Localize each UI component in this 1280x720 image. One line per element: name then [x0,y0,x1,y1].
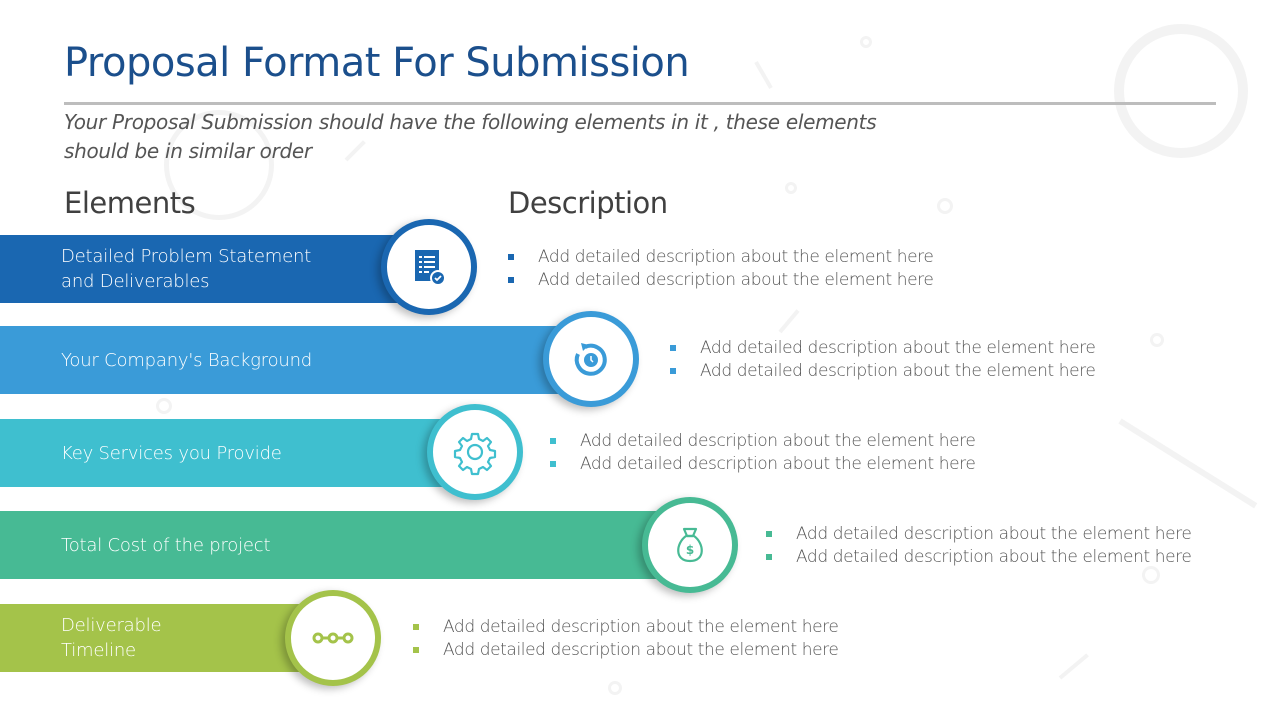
money-bag-icon: $ [677,527,703,563]
element-label: Total Cost of the project [61,534,271,556]
bullet-icon [413,624,419,630]
decorative-ring [937,198,953,214]
decorative-ring [785,182,797,194]
gear-icon [453,432,497,476]
element-band-deliverable-timeline: Deliverable Timeline [0,604,322,672]
element-label: Detailed Problem Statement and Deliverab… [61,246,312,292]
description-item: Add detailed description about the eleme… [766,546,1192,569]
description-list: Add detailed description about the eleme… [550,430,976,476]
description-item: Add detailed description about the eleme… [550,430,976,453]
description-text: Add detailed description about the eleme… [700,361,1096,381]
element-badge [427,404,523,500]
element-badge [285,590,381,686]
bullet-icon [550,438,556,444]
svg-text:$: $ [686,543,694,557]
description-item: Add detailed description about the eleme… [508,269,934,292]
description-item: Add detailed description about the eleme… [670,360,1096,383]
bullet-icon [508,254,514,260]
description-text: Add detailed description about the eleme… [443,640,839,660]
description-text: Add detailed description about the eleme… [796,524,1192,544]
slide-subtitle: Your Proposal Submission should have the… [64,110,877,163]
element-badge [381,219,477,315]
bullet-icon [508,277,514,283]
description-list: Add detailed description about the eleme… [766,523,1192,569]
element-label: Deliverable Timeline [61,615,162,661]
description-list: Add detailed description about the eleme… [413,616,839,662]
description-text: Add detailed description about the eleme… [538,270,934,290]
element-band-company-background: Your Company's Background [0,326,582,394]
decorative-ring [1114,24,1248,158]
document-check-icon [415,250,446,286]
description-item: Add detailed description about the eleme… [670,337,1096,360]
decorative-line [754,61,773,89]
description-text: Add detailed description about the eleme… [443,617,839,637]
description-text: Add detailed description about the eleme… [580,454,976,474]
element-label: Key Services you Provide [61,442,282,464]
description-text: Add detailed description about the eleme… [700,338,1096,358]
decorative-ring [608,681,622,695]
description-item: Add detailed description about the eleme… [508,246,934,269]
description-text: Add detailed description about the eleme… [796,547,1192,567]
bullet-icon [670,345,676,351]
decorative-ring [1150,333,1164,347]
decorative-ring [860,36,872,48]
element-badge [543,311,639,407]
bullet-icon [550,461,556,467]
description-heading: Description [508,186,668,220]
title-divider [64,102,1216,105]
description-item: Add detailed description about the eleme… [413,639,839,662]
decorative-line [1118,418,1258,509]
element-band-total-cost: Total Cost of the project [0,511,680,579]
elements-heading: Elements [64,186,196,220]
bullet-icon [670,368,676,374]
description-item: Add detailed description about the eleme… [766,523,1192,546]
bullet-icon [766,554,772,560]
bullet-icon [766,531,772,537]
description-text: Add detailed description about the eleme… [538,247,934,267]
description-text: Add detailed description about the eleme… [580,431,976,451]
description-list: Add detailed description about the eleme… [508,246,934,292]
element-label: Your Company's Background [61,349,313,371]
decorative-line [778,309,800,334]
description-item: Add detailed description about the eleme… [550,453,976,476]
decorative-line [1058,653,1089,680]
description-item: Add detailed description about the eleme… [413,616,839,639]
description-list: Add detailed description about the eleme… [670,337,1096,383]
decorative-ring [156,398,172,414]
slide-title: Proposal Format For Submission [64,40,690,86]
element-band-key-services: Key Services you Provide [0,419,466,487]
timeline-icon [312,632,354,644]
element-badge: $ [642,497,738,593]
bullet-icon [413,647,419,653]
history-clock-icon [574,343,607,376]
element-band-problem-statement: Detailed Problem Statement and Deliverab… [0,235,420,303]
